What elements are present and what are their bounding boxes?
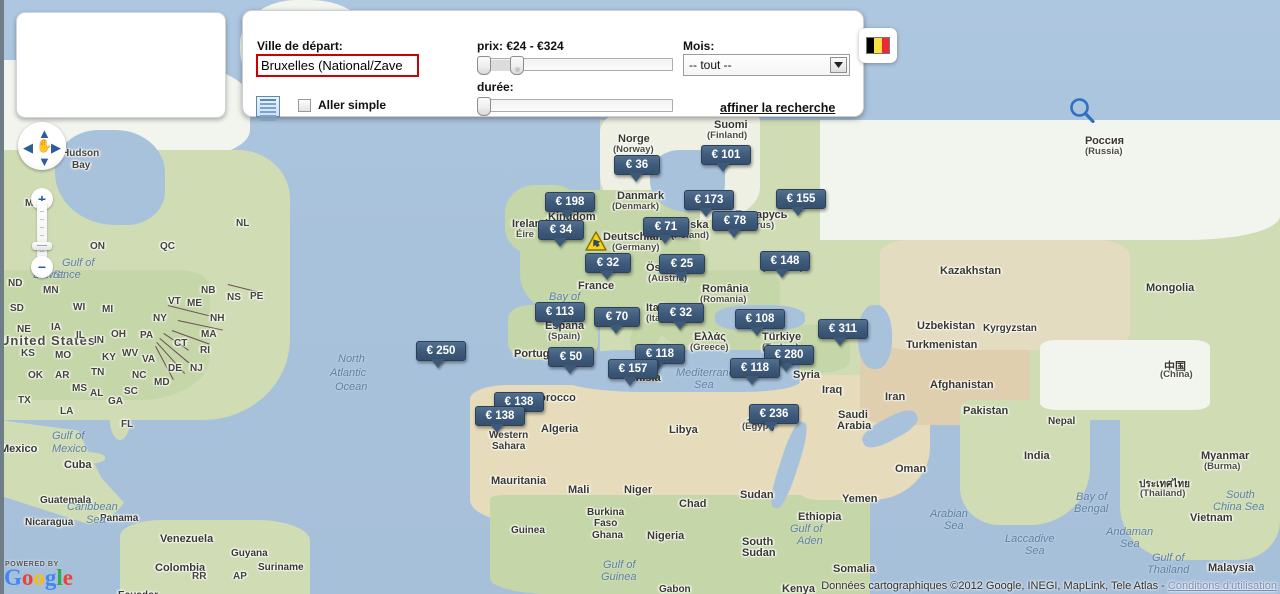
pan-left-icon[interactable]: ◀	[23, 141, 33, 154]
map-label-water: Sea	[1025, 545, 1045, 557]
price-marker[interactable]: € 118	[730, 358, 780, 378]
duration-slider-handle[interactable]	[477, 97, 491, 116]
zoom-control[interactable]: + −	[31, 188, 53, 278]
price-marker[interactable]: € 78	[712, 211, 758, 231]
price-marker[interactable]: € 198	[545, 192, 595, 212]
price-marker[interactable]: € 50	[548, 347, 594, 367]
landmass-cuba	[50, 452, 105, 464]
map-attribution: Données cartographiques ©2012 Google, IN…	[821, 580, 1277, 592]
pan-down-icon[interactable]: ▼	[38, 155, 51, 168]
price-marker[interactable]: € 36	[614, 155, 660, 175]
price-slider-max-handle[interactable]	[510, 56, 524, 75]
price-range-slider[interactable]	[477, 56, 673, 75]
price-marker[interactable]: € 173	[684, 190, 734, 210]
landmass-india	[960, 400, 1090, 525]
terms-link[interactable]: Conditions d'utilisation	[1168, 580, 1277, 592]
map-label-water: North	[338, 353, 365, 365]
price-marker[interactable]: € 71	[643, 217, 689, 237]
price-marker[interactable]: € 101	[701, 145, 751, 165]
landmass-tibet	[1040, 340, 1210, 410]
price-marker[interactable]: € 70	[594, 307, 640, 327]
attribution-text: Données cartographiques ©2012 Google, IN…	[821, 580, 1168, 592]
departure-city-input[interactable]	[256, 54, 419, 77]
price-marker[interactable]: € 34	[538, 220, 584, 240]
price-marker[interactable]: € 236	[749, 404, 799, 424]
price-marker[interactable]: € 32	[658, 303, 704, 323]
price-range-label: prix: €24 - €324	[477, 39, 564, 53]
map-label-water: Thailand	[1147, 564, 1190, 576]
month-label: Mois:	[683, 39, 715, 53]
landmass-south-america	[120, 520, 310, 594]
map-label-country: Nicaragua	[25, 517, 74, 528]
duration-slider[interactable]	[477, 97, 673, 116]
pan-control[interactable]: ▲ ▼ ◀ ▶ ✋	[18, 122, 66, 170]
map-left-edge	[0, 0, 4, 594]
price-marker[interactable]: € 157	[608, 359, 658, 379]
zoom-slider-thumb[interactable]	[32, 242, 52, 250]
pan-hand-icon[interactable]: ✋	[36, 139, 52, 152]
month-select-value: -- tout --	[689, 58, 732, 72]
chevron-down-icon[interactable]	[830, 57, 847, 73]
duration-label: durée:	[477, 80, 514, 94]
price-marker[interactable]: € 113	[535, 302, 585, 322]
month-select[interactable]: -- tout --	[683, 54, 850, 76]
landmass-central-asia	[880, 240, 1130, 350]
airport-warning-icon[interactable]	[585, 231, 607, 252]
zoom-out-button[interactable]: −	[31, 256, 53, 278]
departure-label: Ville de départ:	[257, 39, 343, 53]
map-label-water: Sea	[944, 520, 964, 532]
map-label-water: Arabian	[930, 508, 968, 520]
landmass-africa-sahel	[490, 495, 870, 594]
pan-right-icon[interactable]: ▶	[51, 141, 61, 154]
language-flag-button[interactable]	[859, 28, 897, 63]
one-way-option[interactable]: Aller simple	[298, 98, 386, 112]
landmass-florida	[110, 400, 130, 440]
landmass-indochina	[1120, 410, 1280, 560]
map-label-water: Laccadive	[1005, 533, 1055, 545]
landmass-us-plains	[0, 270, 210, 400]
landmass-central-america	[0, 420, 130, 525]
price-marker[interactable]: € 108	[735, 309, 785, 329]
price-marker[interactable]: € 148	[760, 251, 810, 271]
list-grid-icon[interactable]	[256, 96, 280, 121]
price-marker[interactable]: € 311	[818, 319, 868, 339]
info-panel[interactable]	[16, 12, 226, 118]
map-label-water: Bengal	[1074, 503, 1109, 515]
map-label-water: Atlantic	[330, 367, 367, 379]
powered-by-label: POWERED BY	[5, 561, 59, 568]
map-label-country: Malaysia	[1208, 562, 1254, 574]
price-marker[interactable]: € 250	[416, 341, 466, 361]
price-marker[interactable]: € 25	[659, 254, 705, 274]
one-way-checkbox[interactable]	[298, 98, 311, 112]
price-slider-min-handle[interactable]	[477, 56, 491, 75]
price-marker[interactable]: € 138	[475, 406, 525, 426]
landmass-siberia	[820, 120, 1280, 240]
one-way-label: Aller simple	[318, 98, 387, 112]
map-application: Norge (Norway) Suomi (Finland) Россия (Russia…	[0, 0, 1280, 594]
search-magnifier-icon[interactable]	[1069, 97, 1095, 128]
map-label-water: Ocean	[335, 381, 368, 393]
search-panel: Ville de départ: Aller simple prix: €24 …	[242, 10, 1095, 124]
refine-search-link[interactable]: affiner la recherche	[720, 101, 835, 115]
price-marker[interactable]: € 32	[585, 253, 631, 273]
belgium-flag	[866, 37, 890, 54]
price-marker[interactable]: € 155	[776, 189, 826, 209]
